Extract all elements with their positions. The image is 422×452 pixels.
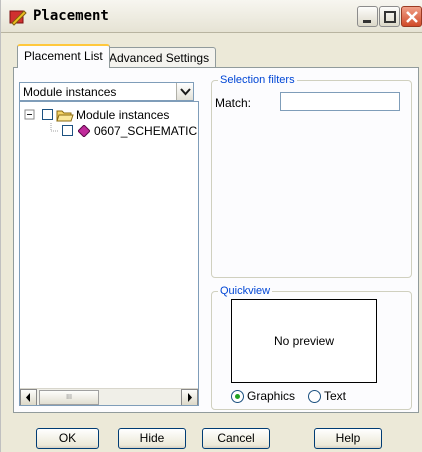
help-button[interactable]: Help — [314, 428, 382, 449]
chevron-down-icon — [180, 88, 191, 96]
child-checkbox[interactable] — [62, 125, 73, 136]
tree-root-label: Module instances — [76, 108, 170, 122]
title-bar[interactable]: Placement — [1, 0, 422, 33]
scroll-thumb[interactable]: III — [39, 390, 99, 405]
close-icon — [406, 11, 418, 23]
close-button[interactable] — [401, 6, 422, 27]
dropdown-button[interactable] — [176, 83, 193, 100]
tab-advanced-settings[interactable]: Advanced Settings — [102, 47, 217, 67]
hide-button[interactable]: Hide — [118, 428, 186, 449]
folder-open-icon — [56, 110, 74, 122]
tree-child-label: 0607_SCHEMATIC — [94, 124, 198, 138]
app-icon — [9, 10, 27, 26]
tab-placement-list[interactable]: Placement List — [17, 44, 110, 68]
module-tree[interactable]: Module instances 0607_SCHEMATIC III — [19, 101, 199, 406]
arrow-right-icon — [188, 393, 192, 402]
graphics-radio[interactable] — [231, 390, 244, 403]
match-input[interactable] — [280, 92, 400, 111]
list-type-select[interactable]: Module instances — [19, 82, 194, 101]
root-checkbox[interactable] — [42, 109, 53, 120]
maximize-button[interactable] — [379, 6, 400, 27]
tree-connector — [50, 123, 58, 132]
list-type-value: Module instances — [23, 85, 117, 99]
horizontal-scrollbar[interactable]: III — [20, 388, 198, 405]
scroll-right-button[interactable] — [181, 389, 198, 405]
maximize-icon — [384, 11, 396, 23]
scroll-left-button[interactable] — [20, 389, 37, 405]
window-title: Placement — [33, 8, 109, 24]
module-icon — [78, 125, 90, 137]
text-label: Text — [324, 389, 347, 403]
placement-window: Placement Placement List Advanced Settin… — [0, 0, 422, 452]
text-radio[interactable] — [308, 390, 321, 403]
match-label: Match: — [215, 96, 252, 110]
minimize-button[interactable] — [357, 6, 378, 27]
graphics-label: Graphics — [247, 389, 296, 403]
cancel-button[interactable]: Cancel — [202, 428, 270, 449]
ok-button[interactable]: OK — [36, 428, 99, 449]
collapse-icon[interactable] — [24, 109, 36, 121]
arrow-left-icon — [26, 393, 30, 402]
selection-filters-legend: Selection filters — [220, 74, 295, 86]
no-preview-text: No preview — [273, 334, 335, 348]
quickview-legend: Quickview — [220, 285, 271, 297]
minimize-icon — [363, 20, 371, 23]
preview-box: No preview — [231, 299, 377, 383]
